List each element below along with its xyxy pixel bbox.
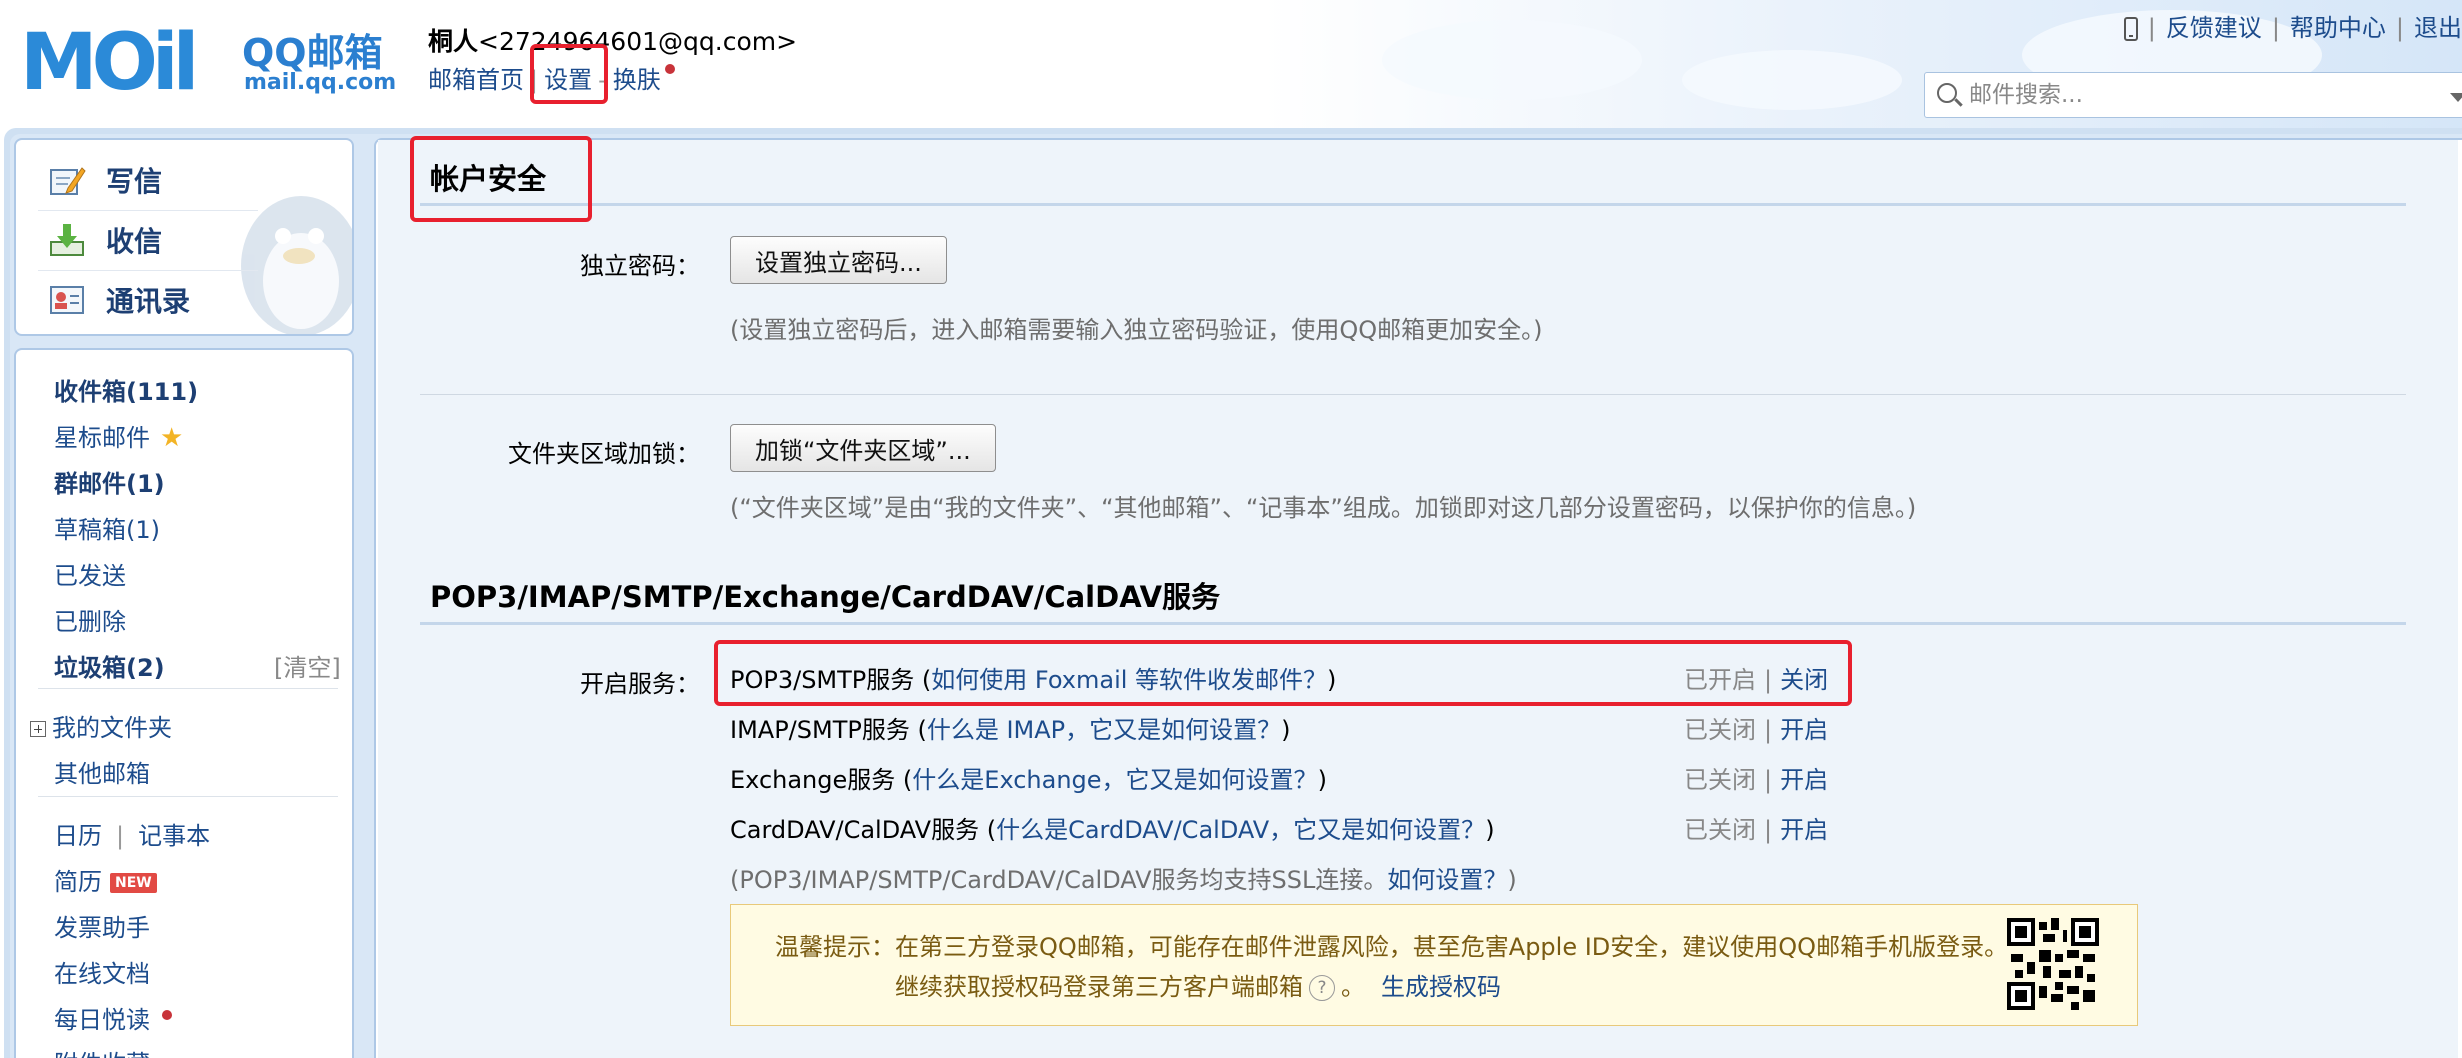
sidebar-item-drafts[interactable]: 草稿箱(1) (54, 510, 160, 545)
sidebar-item-sent[interactable]: 已发送 (54, 556, 126, 591)
new-dot-icon (162, 1010, 172, 1020)
service-status-carddav: 已关闭 | 开启 (1684, 816, 1829, 844)
ssl-setup-link[interactable]: 如何设置？ (1387, 866, 1507, 894)
logo-brand: QQ邮箱 (242, 31, 383, 75)
sidebar-item-invoice[interactable]: 发票助手 (54, 908, 150, 943)
independent-password-hint: (设置独立密码后，进入邮箱需要输入独立密码验证，使用QQ邮箱更加安全。) (730, 316, 1543, 344)
search-input[interactable] (1969, 79, 2409, 111)
tip-line2: 继续获取授权码登录第三方客户端邮箱 (895, 973, 1303, 1001)
sidebar-item-spam[interactable]: 垃圾箱(2) (54, 648, 165, 683)
compose-panel: 写信 收信 通讯录 (14, 138, 354, 336)
folder-lock-hint: (“文件夹区域”是由“我的文件夹”、“其他邮箱”、“记事本”组成。加锁即对这几部… (730, 494, 1917, 522)
warm-tip-box: 温馨提示：在第三方登录QQ邮箱，可能存在邮件泄露风险，甚至危害Apple ID安… (730, 904, 2138, 1026)
service-name: IMAP/SMTP服务 (730, 716, 910, 744)
nav-mail-home[interactable]: 邮箱首页 (428, 66, 524, 94)
header: MOil QQ邮箱 mail.qq.com 桐人<2724964601@qq.c… (0, 0, 2462, 130)
sidebar-item-my-folders[interactable]: 我的文件夹 (30, 708, 172, 743)
service-status-imap: 已关闭 | 开启 (1684, 716, 1829, 744)
pencil-paper-icon (50, 167, 86, 195)
spam-clear-link[interactable]: [清空] (274, 648, 341, 683)
logo-word: MOil (20, 18, 199, 108)
service-row-exchange: Exchange服务 (什么是Exchange，它又是如何设置？) (730, 766, 1327, 794)
logo-domain: mail.qq.com (244, 70, 397, 95)
inbox-download-icon (50, 224, 84, 256)
sidebar-item-group-mail[interactable]: 群邮件(1) (54, 464, 165, 499)
mail-search-box[interactable] (1924, 72, 2462, 118)
qq-mail-logo[interactable]: MOil QQ邮箱 mail.qq.com (20, 18, 396, 108)
logout-link[interactable]: 退出 (2414, 14, 2462, 42)
sidebar-item-daily-read[interactable]: 每日悦读 (54, 1000, 172, 1035)
service-toggle-imap[interactable]: 开启 (1780, 716, 1828, 744)
independent-password-label: 独立密码： (580, 252, 700, 280)
lock-folder-area-button[interactable]: 加锁“文件夹区域”... (730, 424, 996, 472)
enable-services-label: 开启服务： (580, 670, 700, 698)
nav-separator: | (530, 66, 539, 94)
sidebar-item-other-mail[interactable]: 其他邮箱 (54, 754, 150, 789)
sidebar-nav: 收件箱(111) 星标邮件 ★ 群邮件(1) 草稿箱(1) 已发送 已删除 垃圾箱… (14, 348, 354, 1058)
nav-skin[interactable]: 换肤 (613, 66, 661, 94)
service-status-exchange: 已关闭 | 开启 (1684, 766, 1829, 794)
address-book-icon (50, 286, 84, 314)
compose-write-button[interactable]: 写信 (48, 152, 328, 208)
sidebar-calendar-notes: 日历 | 记事本 (54, 822, 211, 850)
compose-contacts-button[interactable]: 通讯录 (48, 272, 328, 328)
help-center-link[interactable]: 帮助中心 (2290, 14, 2386, 42)
sidebar-item-inbox[interactable]: 收件箱(111) (54, 372, 198, 407)
sidebar-item-notes[interactable]: 记事本 (138, 822, 210, 850)
compose-write-label: 写信 (106, 165, 163, 198)
service-help-link[interactable]: 什么是CardDAV/CalDAV，它又是如何设置？ (996, 816, 1485, 844)
tip-prefix: 温馨提示： (775, 933, 895, 961)
service-name: CardDAV/CalDAV服务 (730, 816, 980, 844)
user-name: 桐人 (428, 27, 479, 56)
ssl-note: (POP3/IMAP/SMTP/CardDAV/CalDAV服务均支持SSL连接… (730, 866, 1517, 894)
service-row-carddav: CardDAV/CalDAV服务 (什么是CardDAV/CalDAV，它又是如… (730, 816, 1495, 844)
expand-plus-icon[interactable] (30, 721, 46, 737)
section-title-services: POP3/IMAP/SMTP/Exchange/CardDAV/CalDAV服务 (430, 580, 1221, 614)
service-toggle-carddav[interactable]: 开启 (1780, 816, 1828, 844)
qr-code-icon (2007, 918, 2099, 1010)
sidebar-item-starred[interactable]: 星标邮件 ★ (54, 418, 183, 453)
nav-settings[interactable]: 设置 (544, 66, 592, 94)
compose-receive-button[interactable]: 收信 (48, 212, 328, 268)
generate-auth-code-link[interactable]: 生成授权码 (1381, 973, 1501, 1001)
sidebar-item-attachments[interactable]: 附件收藏 (54, 1044, 150, 1058)
new-badge: NEW (110, 873, 157, 893)
service-toggle-pop3[interactable]: 关闭 (1780, 666, 1828, 694)
tip-line1: 在第三方登录QQ邮箱，可能存在邮件泄露风险，甚至危害Apple ID安全，建议使… (895, 933, 2009, 961)
sidebar-item-docs[interactable]: 在线文档 (54, 954, 150, 989)
folder-lock-label: 文件夹区域加锁： (508, 440, 700, 468)
set-independent-password-button[interactable]: 设置独立密码... (730, 236, 947, 284)
sidebar-item-deleted[interactable]: 已删除 (54, 602, 126, 637)
service-toggle-exchange[interactable]: 开启 (1780, 766, 1828, 794)
service-name: Exchange服务 (730, 766, 896, 794)
search-icon (1937, 83, 1957, 103)
service-help-link[interactable]: 什么是 IMAP，它又是如何设置？ (927, 716, 1281, 744)
top-nav: 邮箱首页 | 设置 - 换肤 (428, 60, 675, 95)
compose-receive-label: 收信 (106, 225, 163, 258)
user-email: <2724964601@qq.com> (478, 27, 798, 56)
service-row-imap: IMAP/SMTP服务 (什么是 IMAP，它又是如何设置？) (730, 716, 1291, 744)
sidebar-item-resume[interactable]: 简历 NEW (54, 862, 157, 897)
user-identity: 桐人<2724964601@qq.com> (428, 22, 797, 58)
phone-icon[interactable] (2123, 17, 2138, 41)
star-icon: ★ (160, 423, 184, 453)
top-right-links: | 反馈建议 | 帮助中心 | 退出 (2123, 8, 2462, 43)
chevron-down-icon[interactable] (2450, 93, 2462, 102)
sidebar-item-calendar[interactable]: 日历 (54, 822, 102, 850)
feedback-link[interactable]: 反馈建议 (2166, 14, 2262, 42)
compose-contacts-label: 通讯录 (106, 285, 191, 318)
nav-separator: - (598, 66, 607, 94)
service-row-pop3: POP3/SMTP服务 (如何使用 Foxmail 等软件收发邮件？) (730, 666, 1337, 694)
service-name: POP3/SMTP服务 (730, 666, 915, 694)
help-question-icon[interactable]: ? (1309, 975, 1335, 1001)
service-help-link[interactable]: 什么是Exchange，它又是如何设置？ (912, 766, 1317, 794)
service-help-link[interactable]: 如何使用 Foxmail 等软件收发邮件？ (931, 666, 1327, 694)
new-dot-icon (664, 64, 675, 74)
section-title-account-security: 帐户安全 (430, 162, 547, 196)
service-status-pop3: 已开启 | 关闭 (1684, 666, 1829, 694)
